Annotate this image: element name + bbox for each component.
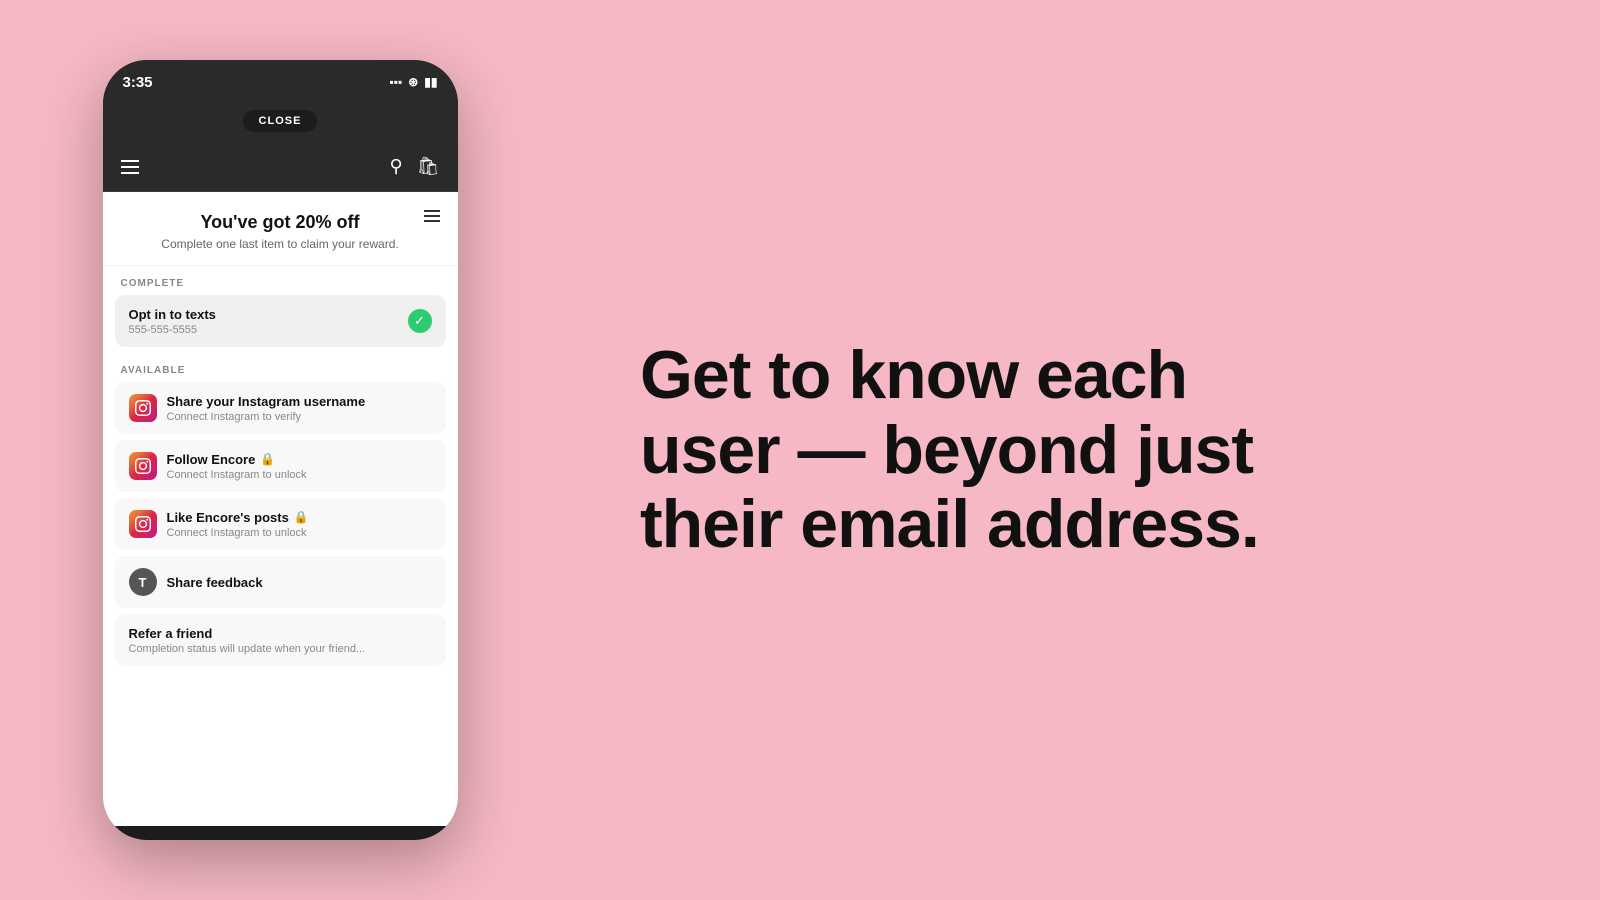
phone-frame: 3:35 ▪▪▪ ⊛ ▮▮ CLOSE ⚲ 🛍: [103, 60, 458, 840]
item-title: Share your Instagram username: [167, 394, 432, 409]
available-section-label: AVAILABLE: [103, 353, 458, 382]
hamburger-icon[interactable]: [121, 160, 139, 174]
list-item[interactable]: Follow Encore 🔒 Connect Instagram to unl…: [115, 440, 446, 492]
list-item-left: Like Encore's posts 🔒 Connect Instagram …: [129, 510, 432, 539]
feedback-icon: T: [129, 568, 157, 596]
item-title: Like Encore's posts 🔒: [167, 510, 432, 525]
close-button[interactable]: CLOSE: [243, 110, 318, 132]
list-item-left: Refer a friend Completion status will up…: [129, 626, 432, 655]
item-title: Share feedback: [167, 575, 432, 590]
right-section: Get to know each user — beyond just thei…: [560, 278, 1600, 622]
item-title: Refer a friend: [129, 626, 432, 641]
list-item[interactable]: Share your Instagram username Connect In…: [115, 382, 446, 434]
complete-section-label: COMPLETE: [103, 266, 458, 295]
status-bar: 3:35 ▪▪▪ ⊛ ▮▮: [103, 60, 458, 104]
item-content: Share your Instagram username Connect In…: [167, 394, 432, 423]
search-icon[interactable]: ⚲: [389, 156, 402, 177]
lock-icon: 🔒: [294, 510, 309, 524]
item-content: Like Encore's posts 🔒 Connect Instagram …: [167, 510, 432, 539]
item-title: Opt in to texts: [129, 307, 408, 322]
list-item[interactable]: Opt in to texts 555-555-5555 ✓: [115, 295, 446, 347]
close-bar: CLOSE: [103, 104, 458, 142]
item-content: Opt in to texts 555-555-5555: [129, 307, 408, 336]
list-item[interactable]: Like Encore's posts 🔒 Connect Instagram …: [115, 498, 446, 550]
phone-content: You've got 20% off Complete one last ite…: [103, 192, 458, 826]
wifi-icon: ⊛: [408, 75, 418, 89]
list-item[interactable]: Refer a friend Completion status will up…: [115, 614, 446, 666]
list-item-left: Share your Instagram username Connect In…: [129, 394, 432, 423]
item-subtitle: Connect Instagram to unlock: [167, 469, 432, 481]
list-item[interactable]: T Share feedback: [115, 556, 446, 608]
signal-icon: ▪▪▪: [389, 75, 402, 89]
content-card: You've got 20% off Complete one last ite…: [103, 192, 458, 826]
instagram-icon: [129, 510, 157, 538]
card-title: You've got 20% off: [121, 212, 440, 233]
item-subtitle: Connect Instagram to verify: [167, 411, 432, 423]
hero-text: Get to know each user — beyond just thei…: [640, 338, 1259, 562]
item-subtitle: Completion status will update when your …: [129, 643, 432, 655]
nav-right: ⚲ 🛍: [389, 156, 439, 177]
item-content: Share feedback: [167, 575, 432, 590]
nav-bar: ⚲ 🛍: [103, 142, 458, 192]
item-content: Follow Encore 🔒 Connect Instagram to unl…: [167, 452, 432, 481]
item-content: Refer a friend Completion status will up…: [129, 626, 432, 655]
list-item-left: T Share feedback: [129, 568, 432, 596]
list-item-left: Opt in to texts 555-555-5555: [129, 307, 408, 336]
check-icon: ✓: [408, 309, 432, 333]
item-title: Follow Encore 🔒: [167, 452, 432, 467]
battery-icon: ▮▮: [424, 75, 437, 89]
instagram-icon: [129, 394, 157, 422]
status-icons: ▪▪▪ ⊛ ▮▮: [389, 75, 437, 89]
status-time: 3:35: [123, 74, 153, 91]
card-subtitle: Complete one last item to claim your rew…: [121, 237, 440, 251]
list-item-left: Follow Encore 🔒 Connect Instagram to unl…: [129, 452, 432, 481]
card-menu-icon[interactable]: [424, 210, 440, 222]
left-section: 3:35 ▪▪▪ ⊛ ▮▮ CLOSE ⚲ 🛍: [0, 0, 560, 900]
instagram-icon: [129, 452, 157, 480]
card-header: You've got 20% off Complete one last ite…: [103, 192, 458, 266]
item-phone: 555-555-5555: [129, 324, 408, 336]
item-subtitle: Connect Instagram to unlock: [167, 527, 432, 539]
bag-icon[interactable]: 🛍: [417, 156, 440, 177]
lock-icon: 🔒: [260, 452, 275, 466]
